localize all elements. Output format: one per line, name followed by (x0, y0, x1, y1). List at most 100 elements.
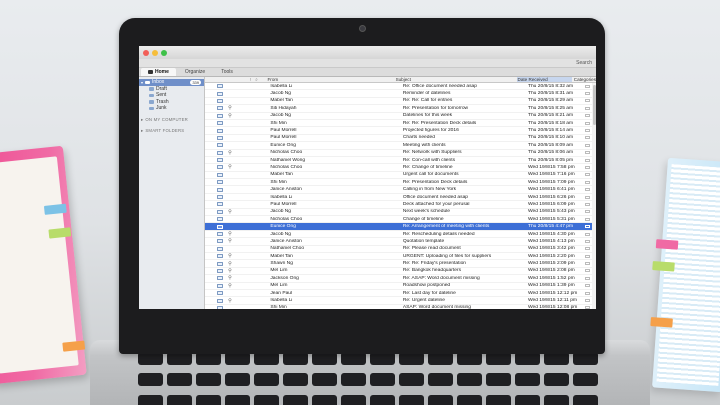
keyboard-key (341, 394, 366, 405)
message-row[interactable]: Isabella Li Re: Office document needed as… (205, 83, 596, 91)
flag-icon[interactable] (585, 247, 591, 251)
message-row[interactable]: Janice Aniston Calling in from New York We… (205, 186, 596, 194)
disclosure-triangle-icon[interactable]: ▸ (141, 117, 143, 123)
flag-icon[interactable] (585, 217, 591, 221)
message-row[interactable]: Shi Min Re: Re: Presentation Deck details… (205, 120, 596, 128)
flag-icon[interactable] (585, 173, 591, 177)
flag-icon[interactable] (585, 239, 591, 243)
message-row[interactable]: ⚲ Jackson Ong Re: ASAP: Word document miss… (205, 275, 596, 283)
flag-icon[interactable] (585, 291, 591, 295)
keyboard-key (515, 373, 540, 387)
message-row[interactable]: Jean Paul Re: Last day for dateline Wed 19… (205, 290, 596, 298)
flag-icon[interactable] (585, 262, 591, 266)
disclosure-triangle-icon[interactable]: ▾ (141, 80, 143, 85)
message-row[interactable]: Jacob Ng Reminder of datelines Thu 20/8/15… (205, 90, 596, 98)
keyboard-key (254, 394, 279, 405)
flag-icon[interactable] (585, 284, 591, 288)
flag-icon[interactable] (585, 210, 591, 214)
zoom-window-button[interactable] (161, 49, 167, 56)
message-row[interactable]: ⚲ Isabella Li Re: Urgent dateline Wed 19/8/… (205, 297, 596, 305)
tab-organize[interactable]: Organize (178, 68, 212, 76)
message-row[interactable]: Mabel Tan Re: Re: Call for entries Thu 20/… (205, 98, 596, 106)
tab-tools[interactable]: Tools (214, 68, 240, 76)
flag-icon[interactable] (585, 188, 591, 192)
status-columns-header[interactable]: ! ⌕ (205, 77, 267, 82)
message-row[interactable]: ⚲ Janice Aniston Quotation template Wed 19/… (205, 238, 596, 246)
flag-icon[interactable] (585, 254, 591, 258)
message-subject: URGENT: Uploading of files for suppliers (402, 253, 492, 259)
message-row[interactable]: ⚲ Mabel Tan URGENT: Uploading of files for… (205, 253, 596, 261)
envelope-icon (217, 143, 223, 148)
flag-icon[interactable] (585, 99, 591, 103)
message-date: Wed 19/8/15 5:31 pm (527, 216, 575, 222)
message-row[interactable]: Eunice Ong Re: Arrangement of meeting wit… (205, 223, 596, 231)
message-row[interactable]: ⚲ Nicholas Choo Re: Network with Suppliers… (205, 150, 596, 157)
message-row[interactable]: Nicholas Choo Change of timeline Wed 19/8/… (205, 216, 596, 224)
message-from: Siti Hidayah (270, 105, 297, 111)
message-row[interactable]: Paul Morrell Projected figures for 2016 Th… (205, 127, 596, 135)
message-from: Jacob Ng (270, 113, 292, 119)
sticky-tab-orange (650, 317, 673, 328)
sidebar-section-smart-folders[interactable]: ▸ SMART FOLDERS (139, 123, 204, 134)
status-icons (205, 187, 270, 192)
message-row[interactable]: ⚲ Jacob Ng Datelines for this week Thu 20/8… (205, 113, 596, 120)
message-row[interactable]: ⚲ Jacob Ng Next week's schedule Wed 19/8/15… (205, 209, 596, 217)
sidebar-item-junk[interactable]: Junk (139, 105, 204, 112)
toolbar: Search (139, 59, 596, 68)
message-row[interactable]: Mabel Tan Urgent call for documents Wed 19… (205, 172, 596, 180)
scrollbar[interactable] (592, 83, 596, 309)
flag-icon[interactable] (585, 106, 591, 110)
scrollbar-thumb[interactable] (592, 85, 596, 125)
flag-icon[interactable] (585, 136, 591, 140)
envelope-icon (217, 291, 223, 296)
keyboard-key (138, 394, 163, 405)
flag-icon[interactable] (585, 92, 591, 96)
flag-icon[interactable] (585, 195, 591, 199)
message-row[interactable]: Isabella Li Office document needed asap We… (205, 194, 596, 202)
flag-icon[interactable] (585, 202, 591, 206)
column-subject[interactable]: Subject (396, 77, 517, 82)
envelope-icon (217, 261, 223, 266)
column-from[interactable]: From (267, 77, 395, 82)
message-row[interactable]: ⚲ Shawn Ng Re: Re: Friday's presentation We… (205, 260, 596, 268)
flag-icon[interactable] (585, 306, 591, 309)
message-row[interactable]: Shi Min Re: Presentation Deck details Wed … (205, 179, 596, 187)
message-row[interactable]: Nathaniel Choo Re: Please read document We… (205, 246, 596, 253)
message-row[interactable]: ⚲ Siti Hidayah Re: Presentation for tomorr… (205, 105, 596, 113)
flag-icon[interactable] (585, 299, 591, 303)
message-row[interactable]: ⚲ Mel Lim Roadshow postponed Wed 19/8/15 1:… (205, 283, 596, 290)
message-row[interactable]: Eunice Ong Meeting with clients Thu 20/8/1… (205, 142, 596, 150)
message-row[interactable]: ⚲ Nicholas Choo Re: Change of timeline Wed … (205, 164, 596, 172)
flag-icon[interactable] (585, 276, 591, 280)
message-row[interactable]: Paul Morrell Deck attached for your perus… (205, 201, 596, 209)
flag-icon[interactable] (585, 129, 591, 133)
tab-home[interactable]: Home (141, 68, 176, 76)
envelope-icon (217, 254, 223, 259)
message-row[interactable]: ⚲ Jacob Ng Re: Rescheduling details needed… (205, 231, 596, 239)
column-categories[interactable]: Categories (572, 77, 596, 82)
flag-icon[interactable] (585, 232, 591, 236)
search-field[interactable]: Search (576, 60, 592, 66)
flag-icon[interactable] (585, 180, 591, 184)
flag-icon[interactable] (585, 151, 591, 155)
flag-icon[interactable] (585, 114, 591, 118)
flag-icon[interactable] (585, 225, 591, 229)
flag-icon[interactable] (585, 269, 591, 273)
message-row[interactable]: Paul Morrell Charts needed Thu 20/8/15 8:1… (205, 135, 596, 143)
keyboard-key (399, 394, 424, 405)
close-window-button[interactable] (143, 49, 149, 56)
flag-icon[interactable] (585, 121, 591, 125)
flag-icon[interactable] (585, 158, 591, 162)
flag-icon[interactable] (585, 165, 591, 169)
keyboard-key (573, 373, 598, 387)
disclosure-triangle-icon[interactable]: ▸ (141, 128, 143, 134)
column-date-received[interactable]: Date Received (516, 77, 572, 82)
sidebar-section-on-my-computer[interactable]: ▸ ON MY COMPUTER (139, 112, 204, 123)
message-row[interactable]: ⚲ Mel Lim Re: Bangkok headquarters Wed 19/8… (205, 268, 596, 276)
minimize-window-button[interactable] (152, 49, 158, 56)
flag-icon[interactable] (585, 143, 591, 147)
message-date: Thu 20/8/15 8:32 am (527, 83, 574, 89)
flag-icon[interactable] (585, 84, 591, 88)
message-row[interactable]: Nathaniel Wong Re: Con-call with clients T… (205, 157, 596, 165)
message-row[interactable]: Shi Min ASAP: Word document missing Wed 19… (205, 305, 596, 309)
